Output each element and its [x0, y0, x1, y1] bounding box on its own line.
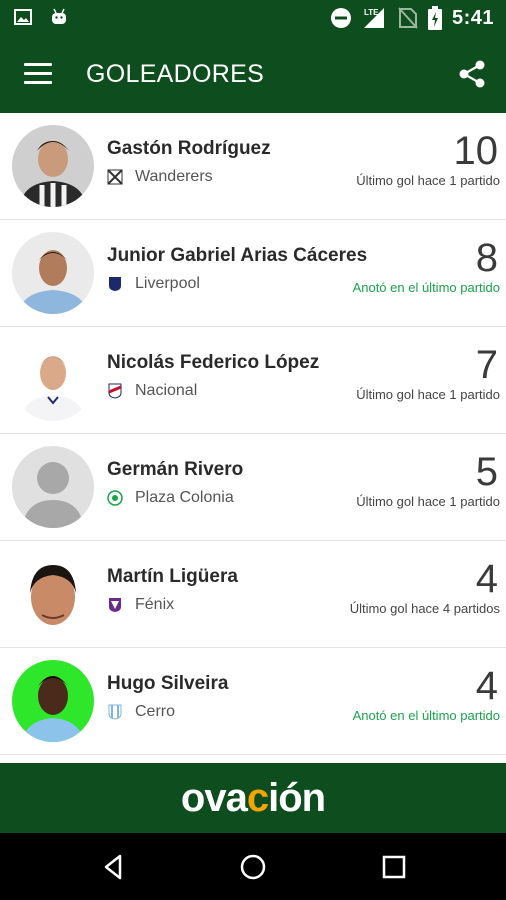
player-name: Hugo Silveira	[107, 673, 229, 694]
list-item[interactable]: Nicolás Federico López Nacional 7 Último…	[0, 327, 506, 434]
avatar	[12, 660, 94, 742]
avatar	[12, 446, 94, 528]
last-goal-info: Último gol hace 1 partido	[356, 387, 500, 402]
goals-count: 4	[475, 664, 498, 708]
team-name: Liverpool	[135, 275, 200, 292]
signal-icon: LTE	[363, 8, 384, 28]
player-name: Germán Rivero	[107, 459, 244, 480]
logo-text-end: ión	[268, 775, 326, 820]
app-bar: GOLEADORES	[0, 36, 506, 113]
list-item[interactable]: Junior Gabriel Arias Cáceres Liverpool 8…	[0, 220, 506, 327]
page-title: GOLEADORES	[86, 60, 265, 88]
team-crest-icon	[109, 277, 121, 291]
goals-count: 7	[475, 343, 498, 387]
status-time: 5:41	[451, 6, 494, 29]
avatar	[12, 125, 94, 207]
team: Wanderers	[107, 168, 213, 186]
player-name: Junior Gabriel Arias Cáceres	[107, 245, 368, 266]
team-crest-icon	[109, 598, 121, 612]
team: Fénix	[107, 596, 174, 614]
team-crest-icon	[108, 383, 122, 399]
image-icon	[14, 9, 32, 25]
team-name: Wanderers	[135, 168, 213, 185]
player-name: Gastón Rodríguez	[107, 138, 271, 159]
goals-count: 5	[475, 450, 498, 494]
team-name: Nacional	[135, 382, 198, 399]
home-icon[interactable]	[237, 851, 269, 883]
last-goal-info: Último gol hace 4 partidos	[349, 601, 500, 616]
team: Cerro	[107, 703, 175, 721]
avatar	[12, 339, 94, 421]
recents-icon[interactable]	[378, 851, 410, 883]
goals-count: 10	[453, 129, 499, 173]
last-goal-info: Último gol hace 1 partido	[356, 173, 500, 188]
logo-text-accent: c	[246, 775, 269, 820]
network-label: LTE	[364, 8, 379, 17]
no-sim-icon	[398, 7, 418, 29]
goals-count: 4	[475, 557, 498, 601]
logo-text-start: ova	[180, 775, 248, 820]
goals-count: 8	[475, 236, 498, 280]
team-crest-icon	[108, 704, 122, 720]
team: Nacional	[107, 382, 197, 400]
team: Plaza Colonia	[107, 489, 234, 507]
last-goal-info: Último gol hace 1 partido	[356, 494, 500, 509]
system-nav-bar	[0, 833, 506, 900]
team-name: Plaza Colonia	[135, 489, 234, 506]
team-crest-icon	[107, 490, 123, 506]
ovacion-banner[interactable]: ovación	[0, 763, 506, 833]
player-name: Martín Ligüera	[107, 566, 238, 587]
scorers-list[interactable]: Gastón Rodríguez Wanderers 10 Último gol…	[0, 113, 506, 763]
ovacion-logo: ovación	[180, 775, 326, 821]
back-icon[interactable]	[98, 851, 130, 883]
battery-charging-icon	[427, 6, 442, 30]
player-name: Nicolás Federico López	[107, 352, 320, 373]
list-item[interactable]: Hugo Silveira Cerro 4 Anotó en el último…	[0, 648, 506, 755]
do-not-disturb-icon	[330, 8, 351, 28]
team-name: Cerro	[135, 703, 176, 720]
team-crest-icon	[107, 169, 123, 185]
list-item[interactable]: Gastón Rodríguez Wanderers 10 Último gol…	[0, 113, 506, 220]
list-item[interactable]: Martín Ligüera Fénix 4 Último gol hace 4…	[0, 541, 506, 648]
list-item[interactable]: Germán Rivero Plaza Colonia 5 Último gol…	[0, 434, 506, 541]
avatar	[12, 553, 94, 635]
last-goal-info: Anotó en el último partido	[352, 708, 500, 723]
last-goal-info: Anotó en el último partido	[352, 280, 500, 295]
status-bar: LTE 5:41	[0, 0, 506, 36]
hamburger-menu-icon[interactable]	[24, 63, 52, 85]
share-icon[interactable]	[456, 58, 488, 90]
android-icon	[52, 8, 66, 24]
avatar	[12, 232, 94, 314]
team: Liverpool	[107, 275, 200, 293]
team-name: Fénix	[135, 596, 175, 613]
